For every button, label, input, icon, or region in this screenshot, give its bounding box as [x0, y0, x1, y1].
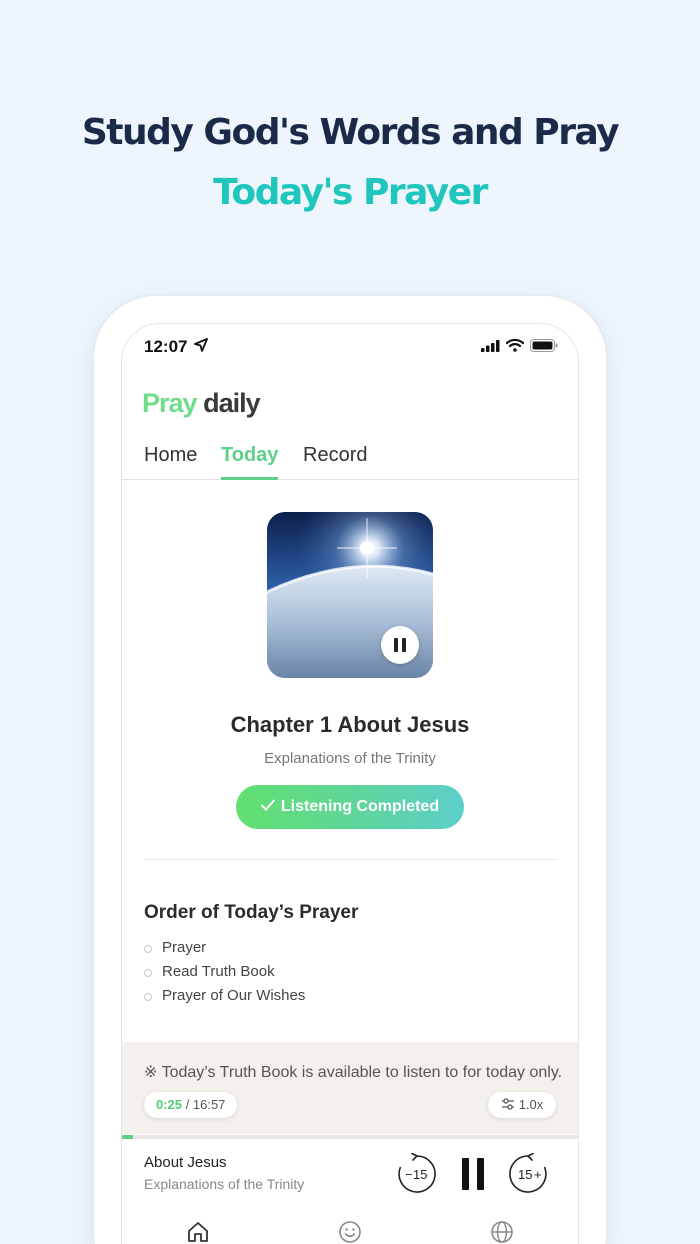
player-pause-button[interactable]: [460, 1158, 486, 1190]
signal-icon: [481, 340, 500, 352]
rewind-label: 15: [413, 1167, 427, 1182]
rewind-icon: − 15: [398, 1152, 436, 1193]
listening-completed-button[interactable]: Listening Completed: [236, 785, 464, 829]
logo-part-pray: Pray: [142, 388, 198, 418]
globe-icon[interactable]: [489, 1219, 515, 1244]
player-track-subtitle: Explanations of the Trinity: [144, 1176, 305, 1192]
list-item: Prayer: [144, 936, 305, 960]
app-logo: Pray daily: [142, 388, 261, 419]
episode-artwork: [267, 512, 433, 678]
forward-icon: 15 +: [509, 1152, 547, 1193]
episode-title: Chapter 1 About Jesus: [230, 712, 470, 737]
status-bar: 12:07: [122, 324, 578, 368]
notice-banner: ※ Today’s Truth Book is available to lis…: [122, 1042, 578, 1134]
mini-player: About Jesus Explanations of the Trinity …: [122, 1139, 578, 1209]
section-divider: [144, 859, 556, 860]
playback-speed-label: 1.0x: [518, 1097, 544, 1112]
hero-subtitle: Today's Prayer: [213, 172, 488, 213]
svg-text:+: +: [534, 1167, 542, 1182]
bottom-nav: [122, 1209, 578, 1244]
home-icon[interactable]: [185, 1219, 211, 1244]
current-time: 0:25: [156, 1097, 183, 1112]
forward-15-button[interactable]: 15 +: [507, 1152, 549, 1195]
check-icon: [260, 799, 275, 811]
time-separator: /: [182, 1097, 193, 1112]
battery-icon: [530, 339, 558, 352]
playback-time: 0:25 / 16:57: [144, 1092, 238, 1118]
tab-home[interactable]: Home: [144, 444, 197, 480]
tab-today[interactable]: Today: [221, 444, 279, 480]
hero-title: Study God's Words and Pray: [81, 112, 620, 153]
list-item: Prayer of Our Wishes: [144, 984, 305, 1008]
forward-label: 15: [518, 1167, 532, 1182]
tab-bar: Home Today Record: [122, 440, 578, 480]
artwork-pause-button[interactable]: [381, 626, 419, 664]
prayer-order-list: Prayer Read Truth Book Prayer of Our Wis…: [144, 936, 305, 1008]
episode-subtitle: Explanations of the Trinity: [264, 750, 436, 767]
rewind-15-button[interactable]: − 15: [396, 1152, 438, 1195]
sliders-icon: [501, 1098, 514, 1110]
logo-part-daily: daily: [203, 388, 261, 418]
prayer-order-title: Order of Today’s Prayer: [144, 902, 359, 923]
location-arrow-icon: [194, 338, 208, 352]
total-time: 16:57: [192, 1097, 226, 1112]
svg-text:−: −: [405, 1167, 413, 1182]
list-item: Read Truth Book: [144, 960, 305, 984]
player-track-title: About Jesus: [144, 1154, 227, 1171]
playback-speed-button[interactable]: 1.0x: [488, 1092, 556, 1118]
tab-record[interactable]: Record: [303, 444, 367, 480]
status-time: 12:07: [144, 337, 188, 356]
app-screen: 12:07 Pray daily Home Today Record Chapt…: [122, 324, 578, 1244]
listening-completed-label: Listening Completed: [280, 798, 440, 815]
wifi-icon: [506, 338, 524, 352]
smile-icon[interactable]: [337, 1219, 363, 1244]
